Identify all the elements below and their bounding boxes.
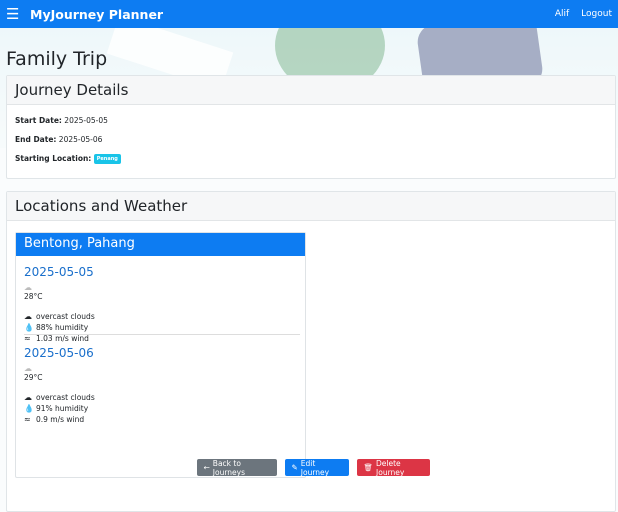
journey-details-header: Journey Details: [7, 76, 615, 105]
starting-location-badge: Penang: [93, 154, 121, 164]
location-name: Bentong, Pahang: [16, 233, 305, 256]
wind-row: ≈ 0.9 m/s wind: [24, 415, 302, 424]
delete-button-label: Delete Journey: [376, 458, 405, 477]
condition-text: overcast clouds: [36, 312, 95, 321]
arrow-left-icon: ←: [203, 463, 210, 472]
start-date-value: 2025-05-05: [64, 116, 108, 125]
temperature: 28°C: [24, 292, 43, 301]
wind-row: ≈ 1.03 m/s wind: [24, 334, 302, 343]
wind-icon: ≈: [24, 334, 31, 343]
delete-journey-button[interactable]: 🗑 Delete Journey: [356, 458, 430, 477]
wind-text: 1.03 m/s wind: [36, 334, 89, 343]
trash-icon: 🗑: [363, 463, 374, 472]
end-date-value: 2025-05-06: [58, 135, 103, 144]
condition-row: ☁ overcast clouds: [24, 312, 302, 321]
divider: [24, 334, 300, 335]
edit-journey-button[interactable]: ✎ Edit Journey: [284, 458, 349, 477]
condition-row: ☁ overcast clouds: [24, 393, 302, 402]
humidity-row: 💧 88% humidity: [24, 323, 302, 332]
nav-right: Alif Logout: [555, 9, 612, 19]
back-to-journeys-button[interactable]: ← Back to Journeys: [196, 458, 277, 477]
hamburger-menu-icon[interactable]: ☰: [6, 5, 24, 23]
edit-button-label: Edit Journey: [300, 458, 330, 477]
navbar: ☰ MyJourney Planner Alif Logout: [0, 0, 618, 28]
weather-date: 2025-05-05: [24, 265, 94, 279]
location-card: Bentong, Pahang 2025-05-05 ☁ 28°C ☁ over…: [15, 232, 306, 478]
start-date-row: Start Date: 2025-05-05: [7, 116, 108, 125]
end-date-label: End Date:: [15, 135, 57, 144]
weather-icon: ☁: [24, 364, 32, 373]
weather-day: 2025-05-06 ☁ 29°C ☁ overcast clouds 💧 91…: [24, 346, 302, 424]
edit-icon: ✎: [291, 463, 298, 472]
brand-title[interactable]: MyJourney Planner: [30, 7, 163, 22]
action-buttons: ← Back to Journeys ✎ Edit Journey 🗑 Dele…: [0, 458, 618, 477]
starting-location-row: Starting Location: Penang: [7, 154, 121, 164]
cloud-icon: ☁: [24, 312, 32, 321]
journey-details-card: Journey Details Start Date: 2025-05-05 E…: [6, 75, 616, 179]
back-button-label: Back to Journeys: [212, 458, 246, 477]
page-title: Family Trip: [6, 48, 108, 70]
end-date-row: End Date: 2025-05-06: [7, 135, 102, 144]
starting-location-label: Starting Location:: [15, 154, 92, 163]
temperature: 29°C: [24, 373, 43, 382]
droplet-icon: 💧: [24, 323, 34, 332]
condition-text: overcast clouds: [36, 393, 95, 402]
weather-date: 2025-05-06: [24, 346, 94, 360]
wind-icon: ≈: [24, 415, 31, 424]
humidity-row: 💧 91% humidity: [24, 404, 302, 413]
logout-link[interactable]: Logout: [581, 9, 612, 19]
cloud-icon: ☁: [24, 393, 32, 402]
weather-day: 2025-05-05 ☁ 28°C ☁ overcast clouds 💧 88…: [24, 265, 302, 343]
locations-weather-header: Locations and Weather: [7, 192, 615, 221]
humidity-text: 88% humidity: [36, 323, 89, 332]
droplet-icon: 💧: [24, 404, 34, 413]
humidity-text: 91% humidity: [36, 404, 89, 413]
wind-text: 0.9 m/s wind: [36, 415, 85, 424]
weather-icon: ☁: [24, 283, 32, 292]
start-date-label: Start Date:: [15, 116, 62, 125]
user-link[interactable]: Alif: [555, 9, 569, 19]
